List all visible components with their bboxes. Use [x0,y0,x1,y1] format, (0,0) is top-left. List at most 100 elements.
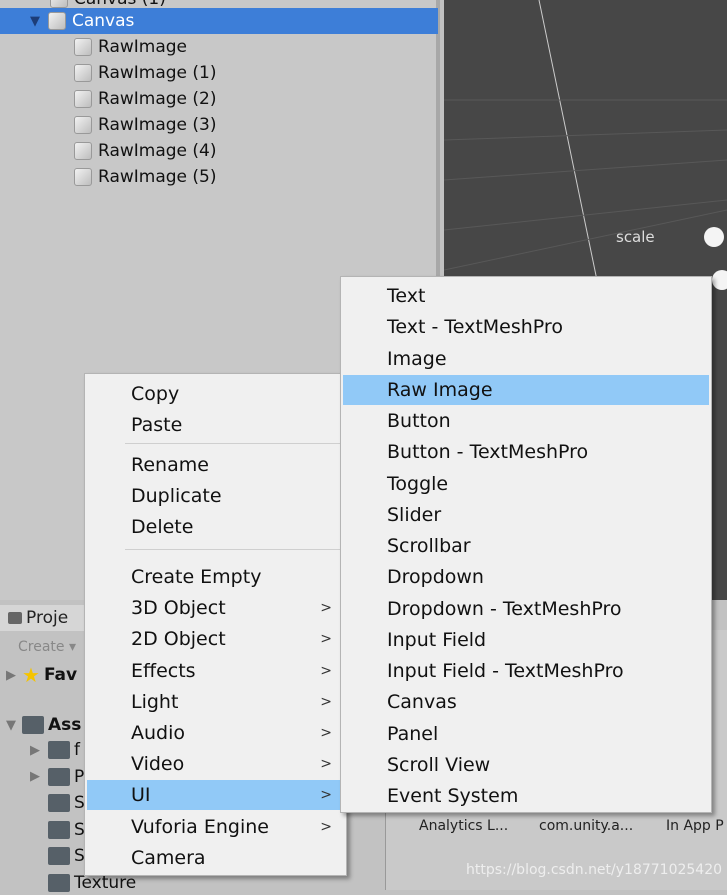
menu-item-2d-object[interactable]: 2D Object > [87,624,344,654]
menu-item-3d-object[interactable]: 3D Object > [87,593,344,623]
item-label: RawImage [98,37,188,57]
item-label: P [74,766,85,787]
gameobject-icon [74,38,92,56]
hierarchy-item[interactable]: RawImage (4) [74,138,217,164]
item-label: f [74,740,80,760]
menu-item-light[interactable]: Light > [87,687,344,717]
expand-arrow-icon[interactable]: ▶ [6,668,16,683]
folder-icon [48,794,70,812]
folder-icon [48,820,70,839]
watermark: https://blog.csdn.net/y18771025420 [466,862,723,878]
menu-label: Event System [387,785,519,807]
favorites-item[interactable]: ▶ ★ Fav [6,663,77,687]
submenu-item-raw-image[interactable]: Raw Image [343,374,709,405]
menu-item-create-empty[interactable]: Create Empty [87,562,344,592]
package-item[interactable]: Analytics L... [419,818,508,834]
menu-label: Rename [131,454,209,476]
chevron-right-icon: > [320,600,332,617]
hierarchy-item[interactable]: RawImage (1) [74,60,217,86]
package-item[interactable]: com.unity.a... [539,818,633,834]
expand-arrow-icon[interactable]: ▶ [30,743,40,758]
menu-item-effects[interactable]: Effects > [87,656,344,686]
menu-item-rename[interactable]: Rename [87,450,344,480]
submenu-item-button-textmeshpro[interactable]: Button - TextMeshPro [343,437,709,467]
item-label: Canvas [72,11,135,31]
submenu-item-scrollbar[interactable]: Scrollbar [343,531,709,561]
menu-separator [125,549,340,550]
submenu-item-text-textmeshpro[interactable]: Text - TextMeshPro [343,312,709,342]
tab-label: Proje [26,608,69,628]
submenu-item-dropdown[interactable]: Dropdown [343,562,709,592]
chevron-right-icon: > [320,662,332,679]
hierarchy-item[interactable]: RawImage (3) [74,112,217,138]
menu-label: Toggle [387,472,449,495]
menu-label: Scroll View [387,753,491,776]
menu-label: Camera [131,846,206,869]
hierarchy-item-canvas[interactable]: ▼ Canvas [0,8,438,34]
expand-arrow-icon[interactable]: ▶ [30,769,40,784]
hierarchy-item[interactable]: RawImage [74,34,187,60]
menu-item-duplicate[interactable]: Duplicate [87,481,344,511]
menu-label: Dropdown [387,566,484,589]
menu-label: Canvas [387,691,457,714]
menu-item-delete[interactable]: Delete [87,512,344,542]
submenu-item-dropdown-textmeshpro[interactable]: Dropdown - TextMeshPro [343,594,709,624]
assets-item[interactable]: ▼ Ass [6,713,81,737]
menu-item-camera[interactable]: Camera [87,843,344,873]
menu-label: Vuforia Engine [131,815,269,838]
submenu-item-slider[interactable]: Slider [343,500,709,530]
menu-label: Video [131,753,185,776]
submenu-item-button[interactable]: Button [343,406,709,436]
item-label: RawImage (2) [98,89,217,109]
menu-item-copy[interactable]: Copy [87,379,344,409]
folder-item[interactable]: ▶ f [30,738,80,762]
submenu-item-input-field[interactable]: Input Field [343,625,709,655]
menu-label: UI [131,784,151,807]
chevron-right-icon: > [320,693,332,710]
menu-label: Text - TextMeshPro [387,316,563,339]
menu-item-audio[interactable]: Audio > [87,718,344,748]
package-item[interactable]: In App P [666,818,724,834]
folder-icon [48,767,70,786]
submenu-item-text[interactable]: Text [343,281,709,311]
menu-label: 3D Object [131,597,226,620]
chevron-right-icon: > [320,631,332,648]
submenu-item-event-system[interactable]: Event System [343,781,709,811]
submenu-item-scroll-view[interactable]: Scroll View [343,750,709,780]
menu-item-paste[interactable]: Paste [87,410,344,440]
gameobject-icon [48,12,66,30]
folder-item[interactable]: ▶ P [30,765,85,789]
menu-separator [125,443,340,444]
menu-item-vuforia-engine[interactable]: Vuforia Engine > [87,812,344,842]
menu-label: Input Field [387,628,487,651]
menu-label: Effects [131,659,196,682]
folder-icon [48,741,70,759]
submenu-item-input-field-textmeshpro[interactable]: Input Field - TextMeshPro [343,656,709,686]
submenu-item-panel[interactable]: Panel [343,719,709,749]
folder-item[interactable]: S [48,844,85,868]
item-label: Ass [48,715,82,735]
folder-icon [8,612,22,624]
expand-arrow-icon[interactable]: ▼ [30,14,40,29]
menu-item-video[interactable]: Video > [87,749,344,779]
submenu-item-image[interactable]: Image [343,344,709,374]
menu-label: Copy [131,383,180,405]
menu-label: Paste [131,414,183,436]
menu-label: Audio [131,722,186,744]
chevron-right-icon: > [320,787,332,804]
expand-arrow-icon[interactable]: ▼ [6,718,16,733]
gameobject-icon [74,116,92,134]
folder-item[interactable]: S [48,791,85,815]
submenu-item-canvas[interactable]: Canvas [343,687,709,717]
menu-label: Button [387,410,451,432]
hierarchy-item[interactable]: RawImage (5) [74,164,217,190]
gizmo-handle[interactable] [704,227,724,247]
gizmo-handle[interactable] [712,270,727,290]
menu-label: Light [131,690,179,713]
submenu-item-toggle[interactable]: Toggle [343,469,709,499]
hierarchy-item[interactable]: RawImage (2) [74,86,217,112]
create-dropdown[interactable]: Create ▾ [0,634,90,660]
folder-item[interactable]: S [48,818,85,842]
menu-item-ui[interactable]: UI > [87,780,344,811]
context-menu: Copy Paste Rename Duplicate Delete Create Emp… [84,373,347,876]
